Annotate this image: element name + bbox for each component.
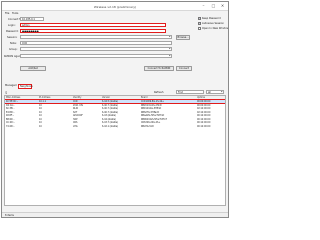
filter-dropdown-icon[interactable]: ▼ (221, 91, 223, 93)
neighbors-table: MAC Address IP Address Identity Version … (4, 95, 226, 206)
romon-agent-dropdown-icon[interactable]: ▼ (169, 55, 171, 57)
browse-button[interactable]: Browse... (176, 34, 190, 40)
window-title: Wireless v2.18 (preliminary) (93, 4, 137, 9)
table-cell: RBLHG-5nD (141, 124, 154, 128)
table-cell: 10 (39, 124, 42, 128)
filter-icon[interactable]: ⊽ (5, 91, 7, 95)
maximize-icon[interactable]: □ (209, 3, 218, 9)
col-uptime[interactable]: Uptime (197, 96, 205, 99)
status-bar: 8 items (2, 212, 228, 217)
table-cell: 00:12:00:00 (197, 124, 211, 128)
open-new-window-label: Open In New Window (202, 27, 229, 30)
col-mac-address[interactable]: MAC Address (6, 96, 20, 99)
note-field[interactable]: CCR (20, 41, 172, 45)
filter-select[interactable]: all ▼ (206, 90, 224, 94)
login-label: Login: (8, 24, 16, 27)
col-identity[interactable]: Identity (73, 96, 81, 99)
close-icon[interactable]: ✕ (218, 3, 227, 9)
group-label: Group: (9, 48, 18, 51)
col-ip-address[interactable]: IP Address (39, 96, 50, 99)
menu-tools[interactable]: Tools (12, 12, 18, 15)
password-field[interactable]: ●●●●●●●● (20, 29, 166, 33)
tab-managed[interactable]: Managed (4, 84, 18, 89)
refresh-button[interactable]: Refresh (154, 91, 163, 94)
connect-to-field[interactable]: 10.185.0.1 (20, 17, 44, 21)
connect-button[interactable]: Connect (176, 66, 192, 71)
item-count: 8 items (5, 214, 14, 217)
session-dropdown-icon[interactable]: ▼ (169, 36, 171, 38)
table-cell: 74:4D:.. (6, 124, 15, 128)
connect-romon-button[interactable]: Connect To RoMON (144, 66, 174, 71)
col-board[interactable]: Board (141, 96, 147, 99)
autosave-session-checkbox[interactable]: ✓ (198, 22, 201, 25)
menu-file[interactable]: File (5, 12, 9, 15)
open-new-window-checkbox[interactable] (198, 27, 201, 30)
table-cell: LHG (73, 124, 78, 128)
note-label: Note: (10, 42, 17, 45)
keep-password-checkbox[interactable]: ✓ (198, 17, 201, 20)
session-label: Session: (7, 36, 18, 39)
add-set-button[interactable]: Add/Set (20, 66, 46, 71)
col-version[interactable]: Version (102, 96, 110, 99)
table-header: MAC Address IP Address Identity Version … (5, 96, 225, 100)
romon-agent-field[interactable]: ▼ (20, 54, 172, 58)
table-row[interactable]: 74:4D:.. 10 LHG 6.42.1 (stable) RBLHG-5nD 00:… (5, 124, 225, 128)
login-field[interactable]: admin (20, 23, 166, 27)
table-cell: 6.42.1 (stable) (102, 124, 119, 128)
keep-password-label: Keep Password (202, 17, 221, 20)
session-field[interactable]: ▼ (20, 35, 172, 39)
minimize-icon[interactable]: – (199, 3, 208, 9)
group-dropdown-icon[interactable]: ▼ (169, 48, 171, 50)
title-bar: Wireless v2.18 (preliminary) – □ ✕ (2, 2, 228, 11)
password-label: Password: (6, 30, 19, 33)
winbox-window: Wireless v2.18 (preliminary) – □ ✕ File … (1, 1, 229, 218)
menu-bar: File Tools (2, 11, 228, 16)
group-field[interactable]: ▼ (20, 47, 172, 51)
find-input[interactable]: Find (176, 90, 204, 94)
autosave-session-label: Autosave Session (202, 22, 224, 25)
tab-neighbors[interactable]: Neighbors (18, 84, 33, 89)
